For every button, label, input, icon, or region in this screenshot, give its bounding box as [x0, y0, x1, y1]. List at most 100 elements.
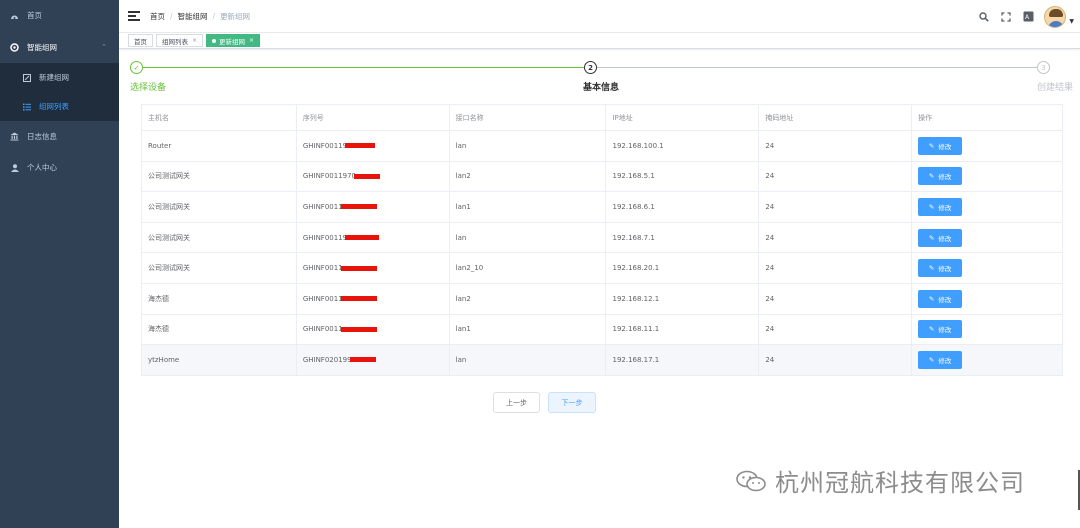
tag-home[interactable]: 首页 — [128, 34, 153, 47]
serial-text: GHINF0011970 — [302, 172, 357, 181]
edit-label: 修改 — [938, 173, 952, 182]
serial-cell: GHINF020199 — [296, 344, 450, 376]
host-cell: 公司测试网关 — [141, 161, 297, 193]
host-cell: 海杰德 — [141, 314, 297, 346]
steps: ✓ 选择设备 2 基本信息 3 创建结果 — [119, 55, 1080, 95]
font-size-icon[interactable]: A — [1022, 11, 1034, 23]
sidebar: 首页 智能组网 ⌃ 新建组网 组网列表 日志信息 个人中心 — [0, 0, 119, 528]
step-check-icon: ✓ — [130, 61, 143, 74]
action-cell: ✎ 修改 — [911, 283, 1063, 315]
edit-label: 修改 — [938, 295, 952, 304]
ip-cell: 192.168.11.1 — [605, 314, 760, 346]
edit-button[interactable]: ✎ 修改 — [918, 320, 963, 339]
interface-cell: lan — [449, 344, 607, 376]
breadcrumb-item[interactable]: 首页 — [150, 11, 165, 22]
table-row: 公司测试网关 GHINF0011 lan2_10 192.168.20.1 24… — [141, 252, 1063, 284]
sidebar-item-create-network[interactable]: 新建组网 — [0, 63, 119, 92]
close-icon[interactable]: × — [249, 37, 254, 44]
redaction-mark — [340, 326, 377, 332]
mask-cell: 24 — [758, 161, 913, 193]
edit-label: 修改 — [938, 265, 952, 274]
host-cell: Router — [141, 130, 297, 162]
avatar[interactable] — [1044, 5, 1067, 28]
edit-icon: ✎ — [928, 264, 935, 273]
edit-label: 修改 — [938, 142, 952, 151]
breadcrumb-item[interactable]: 智能组网 — [178, 11, 208, 22]
serial-cell: GHINF0011970 — [296, 161, 450, 193]
interface-cell: lan2_10 — [449, 252, 607, 284]
action-cell: ✎ 修改 — [911, 191, 1063, 223]
edit-icon: ✎ — [928, 294, 935, 303]
ip-cell: 192.168.7.1 — [605, 222, 760, 254]
sidebar-item-network[interactable]: 智能组网 ⌃ — [0, 31, 119, 63]
breadcrumb: 首页 / 智能组网 / 更新组网 — [150, 11, 251, 22]
mask-cell: 24 — [758, 222, 913, 254]
mask-cell: 24 — [758, 283, 913, 315]
edit-label: 修改 — [938, 356, 952, 365]
interface-cell: lan1 — [449, 191, 607, 223]
ip-cell: 192.168.5.1 — [605, 161, 760, 193]
prev-step-button[interactable]: 上一步 — [493, 392, 540, 413]
caret-down-icon[interactable]: ▼ — [1069, 18, 1074, 25]
mask-cell: 24 — [758, 191, 913, 223]
host-cell: 公司测试网关 — [141, 252, 297, 284]
search-icon[interactable] — [978, 11, 990, 23]
action-cell: ✎ 修改 — [911, 161, 1063, 193]
active-dot-icon — [212, 38, 217, 43]
ip-cell: 192.168.6.1 — [605, 191, 760, 223]
redaction-mark — [345, 235, 380, 241]
serial-text: GHINF020199 — [302, 355, 352, 364]
header-right-menu: A ▼ — [978, 0, 1074, 33]
mask-cell: 24 — [758, 344, 913, 376]
edit-button[interactable]: ✎ 修改 — [918, 289, 963, 308]
next-step-button[interactable]: 下一步 — [548, 392, 596, 413]
tags-view: 首页 组网列表 × 更新组网 × — [119, 33, 1080, 49]
watermark-text: 杭州冠航科技有限公司 — [775, 469, 1025, 497]
edit-icon: ✎ — [928, 325, 935, 334]
edit-button[interactable]: ✎ 修改 — [918, 136, 963, 155]
interface-cell: lan — [449, 130, 607, 162]
tag-network-list[interactable]: 组网列表 × — [156, 34, 204, 47]
sidebar-item-label: 新建组网 — [39, 73, 69, 82]
create-icon — [22, 73, 31, 82]
fullscreen-icon[interactable] — [1000, 11, 1012, 23]
action-cell: ✎ 修改 — [911, 344, 1063, 376]
edit-button[interactable]: ✎ 修改 — [918, 350, 963, 369]
redaction-mark — [354, 173, 381, 179]
chevron-up-icon: ⌃ — [101, 43, 107, 51]
edit-button[interactable]: ✎ 修改 — [918, 259, 963, 278]
interface-cell: lan — [449, 222, 607, 254]
interface-cell: lan2 — [449, 283, 607, 315]
edit-button[interactable]: ✎ 修改 — [918, 197, 963, 216]
sidebar-item-label: 智能组网 — [27, 42, 57, 52]
host-cell: ytzHome — [141, 344, 297, 376]
tag-update-network[interactable]: 更新组网 × — [206, 34, 261, 47]
step-number: 2 — [584, 61, 597, 74]
ip-cell: 192.168.12.1 — [605, 283, 760, 315]
step-title: 选择设备 — [130, 83, 167, 93]
hamburger-icon[interactable] — [128, 11, 140, 21]
ip-cell: 192.168.100.1 — [605, 130, 760, 162]
network-icon — [10, 42, 19, 52]
edit-label: 修改 — [938, 234, 952, 243]
edit-button[interactable]: ✎ 修改 — [918, 167, 963, 186]
host-cell: 海杰德 — [141, 283, 297, 315]
edit-button[interactable]: ✎ 修改 — [918, 228, 963, 247]
redaction-mark — [340, 265, 377, 271]
watermark: 杭州冠航科技有限公司 — [735, 463, 1025, 498]
step-line — [143, 67, 584, 68]
sidebar-item-network-list[interactable]: 组网列表 — [0, 92, 119, 121]
sidebar-item-profile[interactable]: 个人中心 — [0, 152, 119, 183]
action-cell: ✎ 修改 — [911, 314, 1063, 346]
breadcrumb-item: 更新组网 — [220, 11, 251, 21]
column-header: 序列号 — [296, 104, 450, 131]
sidebar-item-log[interactable]: 日志信息 — [0, 121, 119, 152]
sidebar-item-label: 组网列表 — [39, 102, 69, 111]
serial-text: GHINF0011 — [302, 294, 343, 303]
redaction-mark — [340, 296, 377, 302]
close-icon[interactable]: × — [192, 37, 197, 44]
sidebar-item-home[interactable]: 首页 — [0, 0, 119, 31]
log-icon — [10, 132, 19, 141]
redaction-mark — [340, 204, 377, 210]
table-row: 海杰德 GHINF0011 lan1 192.168.11.1 24 ✎ 修改 — [141, 314, 1063, 346]
